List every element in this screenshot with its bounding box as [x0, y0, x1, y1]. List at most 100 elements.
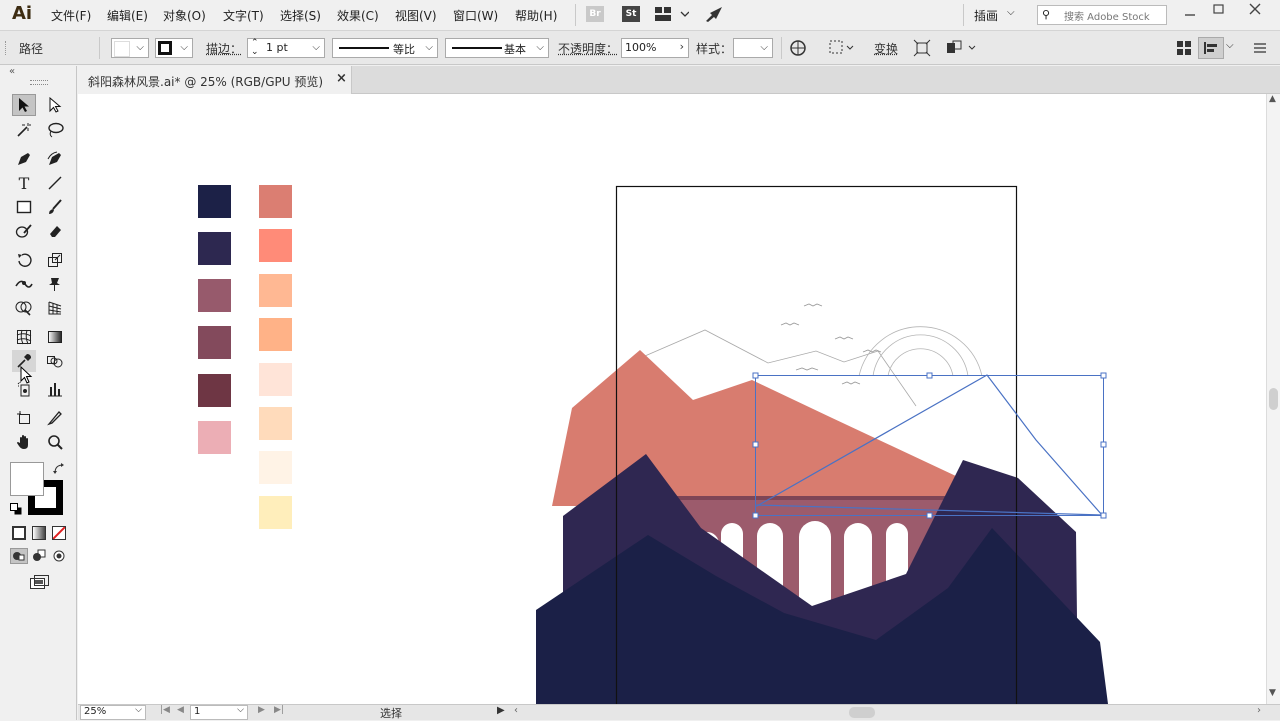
- scroll-left-icon[interactable]: ‹: [514, 705, 518, 716]
- menu-select[interactable]: 选择(S): [280, 7, 321, 24]
- artboard-number[interactable]: 1: [194, 706, 200, 717]
- search-placeholder[interactable]: 搜索 Adobe Stock: [1064, 8, 1150, 23]
- current-tool-status[interactable]: 选择: [380, 705, 402, 721]
- scroll-right-icon[interactable]: ›: [1257, 705, 1261, 716]
- brush-definition[interactable]: 基本 ⌵: [445, 38, 549, 58]
- menu-object[interactable]: 对象(O): [163, 7, 206, 24]
- workspace-switcher[interactable]: 插画: [974, 7, 998, 24]
- menu-file[interactable]: 文件(F): [51, 7, 91, 24]
- menu-window[interactable]: 窗口(W): [453, 7, 498, 24]
- width-tool-icon[interactable]: [12, 273, 36, 295]
- arrange-icon[interactable]: [945, 39, 979, 60]
- distribute-toggle-button[interactable]: [1198, 37, 1224, 59]
- artboard-tool-icon[interactable]: [12, 407, 36, 429]
- collapse-panel-icon[interactable]: «: [9, 66, 15, 77]
- perspective-grid-tool-icon[interactable]: [43, 297, 67, 319]
- stroke-color-dropdown[interactable]: ⌵: [155, 38, 193, 58]
- selection-tool-icon[interactable]: [12, 94, 36, 116]
- color-mode-icon[interactable]: [12, 526, 26, 540]
- opacity-label[interactable]: 不透明度：: [558, 40, 618, 57]
- slice-tool-icon[interactable]: [43, 407, 67, 429]
- restore-button[interactable]: [1212, 3, 1226, 18]
- vertical-scrollbar[interactable]: ▲ ▼: [1266, 94, 1280, 704]
- menu-type[interactable]: 文字(T): [223, 7, 264, 24]
- sync-icon[interactable]: [704, 5, 724, 26]
- close-window-button[interactable]: [1248, 2, 1262, 19]
- bridge-button[interactable]: Br: [586, 6, 604, 22]
- stock-button[interactable]: St: [622, 6, 640, 22]
- horizontal-scroll-thumb[interactable]: [849, 707, 875, 718]
- first-artboard-icon[interactable]: |◀: [160, 705, 170, 715]
- blend-tool-icon[interactable]: [43, 350, 67, 372]
- puppet-warp-tool-icon[interactable]: [43, 273, 67, 295]
- pen-tool-icon[interactable]: [12, 148, 36, 170]
- artwork[interactable]: [78, 94, 1266, 704]
- align-icon[interactable]: [828, 39, 856, 60]
- paintbrush-tool-icon[interactable]: [43, 196, 67, 218]
- scale-tool-icon[interactable]: [43, 249, 67, 271]
- shape-builder-tool-icon[interactable]: [12, 297, 36, 319]
- gradient-mode-icon[interactable]: [32, 526, 46, 540]
- previous-artboard-icon[interactable]: ◀: [177, 705, 184, 715]
- rotate-tool-icon[interactable]: [12, 249, 36, 271]
- document-tab-title[interactable]: 斜阳森林风景.ai* @ 25% (RGB/GPU 预览): [88, 73, 323, 90]
- transform-label[interactable]: 变换: [874, 40, 898, 57]
- draw-behind-icon[interactable]: [31, 548, 47, 567]
- stock-search[interactable]: ⚲ 搜索 Adobe Stock: [1037, 5, 1167, 25]
- type-tool-icon[interactable]: T: [12, 172, 36, 194]
- last-artboard-icon[interactable]: ▶|: [274, 705, 284, 715]
- variable-width-profile[interactable]: 等比 ⌵: [332, 38, 438, 58]
- scroll-down-icon[interactable]: ▼: [1269, 688, 1276, 698]
- lasso-tool-icon[interactable]: [43, 119, 67, 141]
- menu-effect[interactable]: 效果(C): [337, 7, 379, 24]
- stroke-weight-value[interactable]: 1 pt: [266, 41, 288, 54]
- curvature-tool-icon[interactable]: [43, 148, 67, 170]
- menu-edit[interactable]: 编辑(E): [107, 7, 148, 24]
- stroke-weight-field[interactable]: ⌃ ⌄ 1 pt ⌵: [247, 38, 325, 58]
- direct-selection-tool-icon[interactable]: [43, 94, 67, 116]
- line-segment-tool-icon[interactable]: [43, 172, 67, 194]
- mesh-tool-icon[interactable]: [12, 326, 36, 348]
- minimize-button[interactable]: [1183, 6, 1197, 21]
- default-fill-stroke-icon[interactable]: [10, 503, 22, 518]
- close-tab-icon[interactable]: ×: [336, 71, 347, 86]
- draw-normal-icon[interactable]: [10, 548, 28, 564]
- document-tab[interactable]: 斜阳森林风景.ai* @ 25% (RGB/GPU 预览) ×: [78, 66, 352, 94]
- hand-tool-icon[interactable]: [12, 431, 36, 453]
- scroll-thumb[interactable]: [1269, 388, 1278, 410]
- menu-help[interactable]: 帮助(H): [515, 7, 557, 24]
- draw-inside-icon[interactable]: [51, 548, 67, 567]
- chevron-down-icon[interactable]: ⌵: [1007, 7, 1015, 18]
- opacity-value[interactable]: 100%: [625, 41, 656, 54]
- gradient-tool-icon[interactable]: [43, 326, 67, 348]
- swap-fill-stroke-icon[interactable]: [53, 463, 65, 478]
- zoom-value[interactable]: 25%: [84, 706, 106, 717]
- zoom-tool-icon[interactable]: [43, 431, 67, 453]
- stroke-label[interactable]: 描边：: [206, 40, 242, 57]
- grip-handle[interactable]: [5, 41, 10, 55]
- none-mode-icon[interactable]: [52, 526, 66, 540]
- recolor-artwork-icon[interactable]: [789, 39, 807, 60]
- arrange-documents-icon[interactable]: [655, 7, 690, 24]
- next-artboard-icon[interactable]: ▶: [258, 705, 265, 715]
- eraser-tool-icon[interactable]: [43, 220, 67, 242]
- fill-color-dropdown[interactable]: ⌵: [111, 38, 149, 58]
- isolate-object-icon[interactable]: [913, 39, 931, 60]
- graphic-style-dropdown[interactable]: ⌵: [733, 38, 773, 58]
- menu-view[interactable]: 视图(V): [395, 7, 437, 24]
- screen-mode-icon[interactable]: [29, 574, 51, 593]
- rectangle-tool-icon[interactable]: [12, 196, 36, 218]
- fill-swatch[interactable]: [10, 462, 44, 496]
- panel-layout-icon[interactable]: [1176, 40, 1192, 59]
- canvas[interactable]: [78, 94, 1266, 704]
- panel-menu-icon[interactable]: [1253, 41, 1267, 58]
- column-graph-tool-icon[interactable]: [43, 378, 67, 400]
- scroll-up-icon[interactable]: ▲: [1269, 94, 1276, 104]
- shaper-tool-icon[interactable]: [12, 220, 36, 242]
- status-menu-icon[interactable]: ▶: [497, 705, 505, 716]
- opacity-field[interactable]: 100% ›: [621, 38, 689, 58]
- magic-wand-tool-icon[interactable]: [12, 119, 36, 141]
- zoom-dropdown[interactable]: 25% ⌵: [80, 705, 146, 720]
- artboard-number-field[interactable]: 1 ⌵: [190, 705, 248, 720]
- chevron-down-icon[interactable]: ⌵: [1226, 40, 1234, 51]
